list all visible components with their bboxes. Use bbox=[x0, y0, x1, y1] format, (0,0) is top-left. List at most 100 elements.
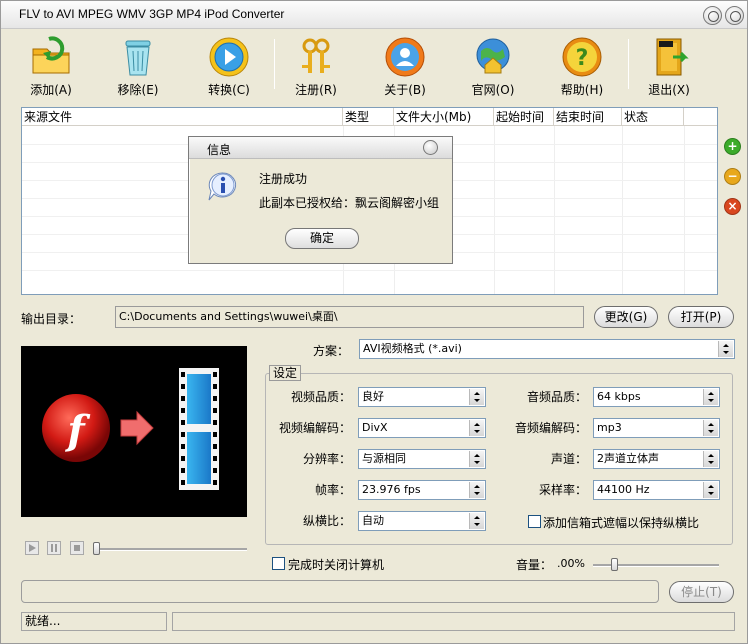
dialog-message-title: 注册成功 bbox=[259, 172, 308, 186]
column-header-start[interactable]: 起始时间 bbox=[494, 108, 554, 126]
spin-arrow-icon[interactable] bbox=[703, 451, 718, 467]
scheme-select[interactable]: AVI视频格式 (*.avi) bbox=[359, 339, 735, 359]
aspect-label: 纵横比： bbox=[302, 514, 351, 528]
spin-arrow-icon[interactable] bbox=[469, 513, 484, 529]
video-codec-label: 视频编解码： bbox=[278, 421, 351, 435]
aspect-select[interactable]: 自动 bbox=[358, 511, 486, 531]
open-dir-button[interactable]: 打开(P) bbox=[668, 306, 734, 328]
column-header-end[interactable]: 结束时间 bbox=[554, 108, 622, 126]
audio-quality-select[interactable]: 64 kbps bbox=[593, 387, 720, 407]
minimize-button[interactable] bbox=[703, 6, 722, 25]
audio-codec-select[interactable]: mp3 bbox=[593, 418, 720, 438]
add-button[interactable]: 添加(A) bbox=[19, 31, 83, 101]
channels-value: 2声道立体声 bbox=[597, 452, 659, 465]
video-codec-value: DivX bbox=[362, 421, 388, 434]
preview-panel: f bbox=[21, 346, 247, 517]
dialog-message-body: 此副本已授权给：飘云阁解密小组 bbox=[259, 196, 440, 210]
output-dir-label: 输出目录： bbox=[21, 312, 82, 326]
help-button[interactable]: ? 帮助(H) bbox=[550, 31, 614, 101]
exit-door-icon bbox=[656, 38, 689, 76]
grid-line bbox=[622, 126, 623, 294]
spin-arrow-icon[interactable] bbox=[469, 420, 484, 436]
channels-select[interactable]: 2声道立体声 bbox=[593, 449, 720, 469]
column-header-source[interactable]: 来源文件 bbox=[22, 108, 343, 126]
aspect-value: 自动 bbox=[362, 514, 384, 527]
column-header-type[interactable]: 类型 bbox=[343, 108, 394, 126]
output-dir-field[interactable]: C:\Documents and Settings\wuwei\桌面\ bbox=[115, 306, 584, 328]
spin-arrow-icon[interactable] bbox=[469, 482, 484, 498]
dialog-title-bar: 信息 bbox=[189, 137, 452, 159]
letterbox-checkbox[interactable] bbox=[528, 515, 541, 528]
dialog-close-button[interactable] bbox=[423, 140, 438, 155]
samplerate-select[interactable]: 44100 Hz bbox=[593, 480, 720, 500]
column-header-status[interactable]: 状态 bbox=[622, 108, 684, 126]
help-label: 帮助(H) bbox=[560, 83, 604, 97]
delete-item-icon[interactable]: × bbox=[724, 198, 741, 215]
audio-quality-value: 64 kbps bbox=[597, 390, 641, 403]
video-quality-value: 良好 bbox=[362, 390, 384, 403]
grid-line bbox=[22, 270, 717, 271]
title-bar: FLV to AVI MPEG WMV 3GP MP4 iPod Convert… bbox=[1, 1, 747, 29]
video-codec-select[interactable]: DivX bbox=[358, 418, 486, 438]
convert-button[interactable]: 转换(C) bbox=[197, 31, 261, 101]
website-label: 官网(O) bbox=[471, 83, 515, 97]
column-header-size[interactable]: 文件大小(Mb) bbox=[394, 108, 494, 126]
minus-item-icon[interactable]: − bbox=[724, 168, 741, 185]
spin-arrow-icon[interactable] bbox=[469, 451, 484, 467]
help-icon: ? bbox=[562, 37, 602, 77]
window-title: FLV to AVI MPEG WMV 3GP MP4 iPod Convert… bbox=[19, 7, 285, 21]
remove-button[interactable]: 移除(E) bbox=[106, 31, 170, 101]
trash-icon bbox=[125, 40, 151, 76]
add-item-icon[interactable]: + bbox=[724, 138, 741, 155]
play-control-icon[interactable] bbox=[25, 541, 39, 555]
grid-line bbox=[494, 126, 495, 294]
add-folder-icon bbox=[32, 36, 70, 74]
audio-codec-value: mp3 bbox=[597, 421, 622, 434]
add-label: 添加(A) bbox=[30, 83, 72, 97]
audio-codec-label: 音频编解码： bbox=[514, 421, 587, 435]
dropdown-arrow-icon[interactable] bbox=[718, 341, 733, 357]
info-dialog: 信息 注册成功 此副本已授权给：飘云阁解密小组 确定 bbox=[188, 136, 453, 264]
close-button[interactable] bbox=[725, 6, 744, 25]
dialog-ok-button[interactable]: 确定 bbox=[285, 228, 359, 249]
resolution-select[interactable]: 与源相同 bbox=[358, 449, 486, 469]
grid-line bbox=[554, 126, 555, 294]
framerate-select[interactable]: 23.976 fps bbox=[358, 480, 486, 500]
volume-label: 音量： bbox=[516, 558, 553, 572]
spin-arrow-icon[interactable] bbox=[703, 420, 718, 436]
resolution-value: 与源相同 bbox=[362, 452, 406, 465]
spin-arrow-icon[interactable] bbox=[703, 482, 718, 498]
pause-control-icon[interactable] bbox=[47, 541, 61, 555]
file-list-header: 来源文件 类型 文件大小(Mb) 起始时间 结束时间 状态 bbox=[22, 108, 717, 126]
seek-thumb[interactable] bbox=[93, 542, 100, 555]
register-button[interactable]: 注册(R) bbox=[284, 31, 348, 101]
about-button[interactable]: 关于(B) bbox=[373, 31, 437, 101]
change-dir-button[interactable]: 更改(G) bbox=[594, 306, 658, 328]
svg-text:?: ? bbox=[576, 46, 589, 71]
exit-button[interactable]: 退出(X) bbox=[637, 31, 701, 101]
flash-to-video-icon: f bbox=[42, 368, 219, 490]
play-icon bbox=[209, 37, 249, 77]
status-bar: 就绪... bbox=[21, 612, 735, 632]
shutdown-label: 完成时关闭计算机 bbox=[288, 558, 385, 572]
samplerate-label: 采样率： bbox=[538, 483, 587, 497]
grid-line bbox=[684, 126, 685, 294]
spin-arrow-icon[interactable] bbox=[703, 389, 718, 405]
toolbar-separator bbox=[628, 39, 629, 89]
spin-arrow-icon[interactable] bbox=[469, 389, 484, 405]
seek-track[interactable] bbox=[95, 548, 247, 551]
website-button[interactable]: 官网(O) bbox=[461, 31, 525, 101]
video-quality-select[interactable]: 良好 bbox=[358, 387, 486, 407]
status-text: 就绪... bbox=[21, 612, 167, 631]
video-quality-label: 视频品质： bbox=[290, 390, 351, 404]
progress-bar bbox=[21, 580, 659, 603]
framerate-label: 帧率： bbox=[314, 483, 351, 497]
stop-button[interactable]: 停止(T) bbox=[669, 581, 734, 603]
scheme-value: AVI视频格式 (*.avi) bbox=[363, 342, 462, 355]
shutdown-checkbox[interactable] bbox=[272, 557, 285, 570]
scheme-label: 方案： bbox=[313, 344, 350, 358]
framerate-value: 23.976 fps bbox=[362, 483, 421, 496]
stop-control-icon[interactable] bbox=[70, 541, 84, 555]
volume-thumb[interactable] bbox=[611, 558, 618, 571]
audio-quality-label: 音频品质： bbox=[526, 390, 587, 404]
